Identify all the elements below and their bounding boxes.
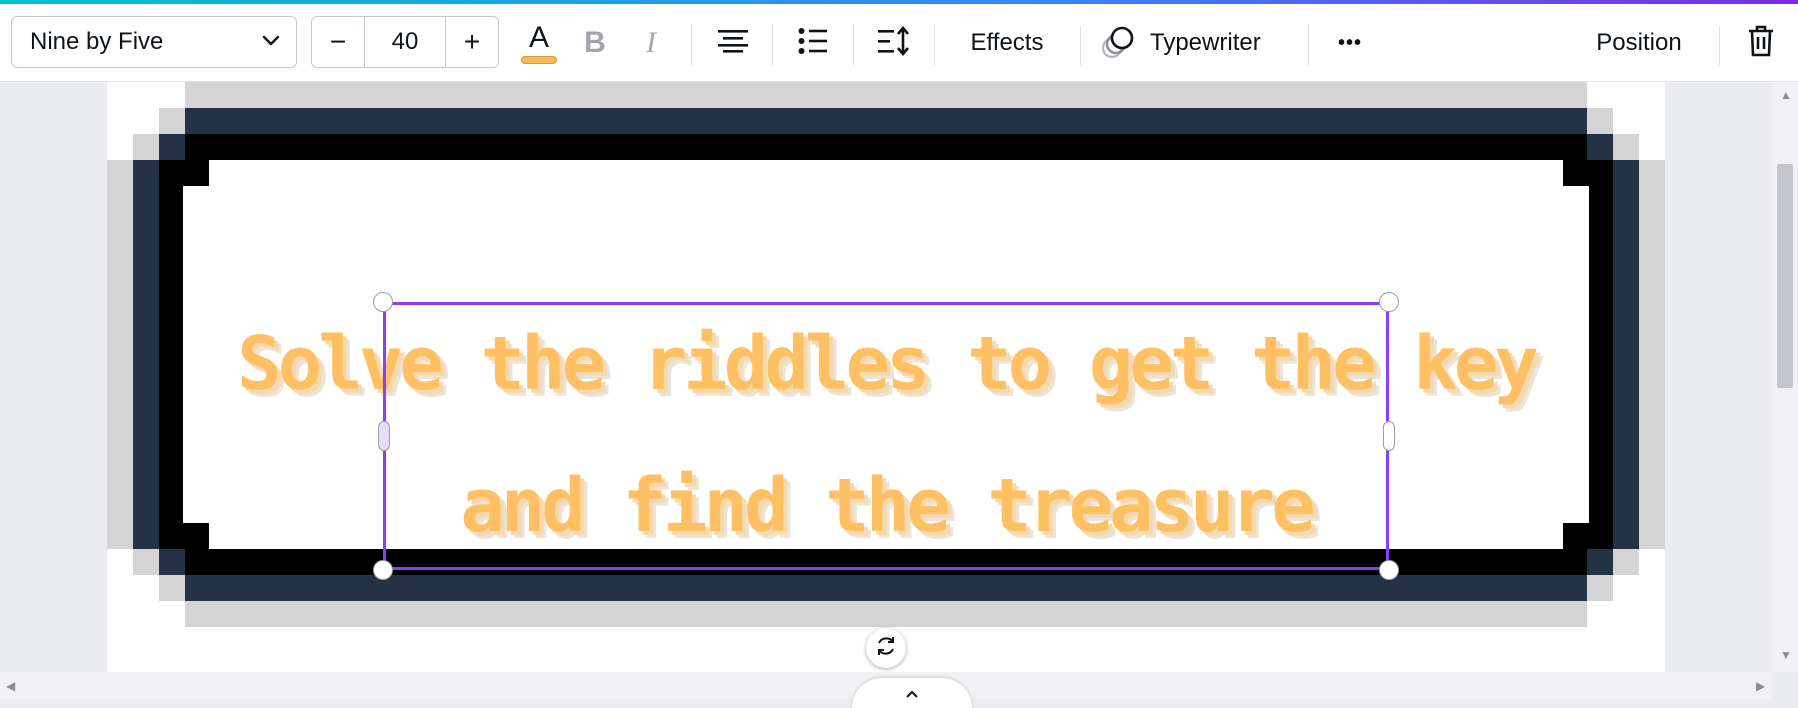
font-family-value: Nine by Five (30, 28, 164, 55)
animation-name: Typewriter (1150, 29, 1261, 56)
selection-box (383, 302, 1389, 570)
toolbar-divider (772, 26, 773, 66)
toolbar-divider (1080, 26, 1081, 66)
chevron-up-icon (905, 686, 919, 708)
increase-font-size-button[interactable]: + (446, 17, 498, 67)
vertical-scroll-thumb[interactable] (1777, 164, 1793, 388)
animate-icon (1100, 26, 1136, 60)
toolbar-divider (1308, 26, 1309, 66)
text-color-swatch (521, 55, 557, 64)
scroll-up-arrow[interactable]: ▲ (1780, 88, 1792, 102)
pages-toggle-button[interactable] (852, 678, 972, 708)
scroll-right-arrow[interactable]: ▶ (1756, 679, 1765, 693)
effects-button[interactable]: Effects (954, 22, 1060, 64)
scroll-left-arrow[interactable]: ◀ (6, 679, 15, 693)
resize-handle-right[interactable] (1383, 421, 1395, 451)
toolbar-divider (934, 26, 935, 66)
text-color-glyph: A (528, 20, 549, 54)
chevron-down-icon (262, 33, 280, 51)
rotate-button[interactable] (866, 628, 906, 668)
resize-handle-top-right[interactable] (1379, 292, 1399, 312)
list-button[interactable] (792, 22, 834, 64)
line-spacing-icon (877, 25, 911, 61)
bulleted-list-icon (798, 27, 828, 60)
font-size-stepper: − 40 + (311, 16, 499, 68)
delete-button[interactable] (1740, 20, 1782, 66)
font-size-input[interactable]: 40 (364, 17, 446, 67)
font-family-dropdown[interactable]: Nine by Five (11, 16, 297, 68)
resize-handle-bottom-right[interactable] (1379, 560, 1399, 580)
trash-icon (1747, 24, 1775, 63)
alignment-button[interactable] (712, 22, 754, 64)
editor-canvas: Solve the riddles to get the key and fin… (0, 82, 1772, 672)
align-center-icon (717, 28, 749, 59)
animate-button[interactable]: Typewriter (1100, 20, 1282, 66)
resize-handle-bottom-left[interactable] (373, 560, 393, 580)
resize-handle-top-left[interactable] (373, 292, 393, 312)
rotate-icon (874, 634, 898, 663)
spacing-button[interactable] (873, 22, 915, 64)
vertical-scrollbar[interactable]: ▲ ▼ (1772, 82, 1798, 672)
italic-button[interactable]: I (634, 22, 668, 64)
position-button[interactable]: Position (1584, 22, 1694, 64)
toolbar-divider (1719, 26, 1720, 66)
toolbar-divider (853, 26, 854, 66)
toolbar-divider (691, 26, 692, 66)
bold-button[interactable]: B (578, 22, 612, 64)
more-options-button[interactable]: ••• (1328, 22, 1372, 64)
text-toolbar: Nine by Five − 40 + A B I Effects Typewr… (0, 4, 1798, 82)
decrease-font-size-button[interactable]: − (312, 17, 364, 67)
resize-handle-left[interactable] (378, 421, 390, 451)
scroll-down-arrow[interactable]: ▼ (1780, 648, 1792, 662)
text-color-button[interactable]: A (518, 20, 560, 66)
